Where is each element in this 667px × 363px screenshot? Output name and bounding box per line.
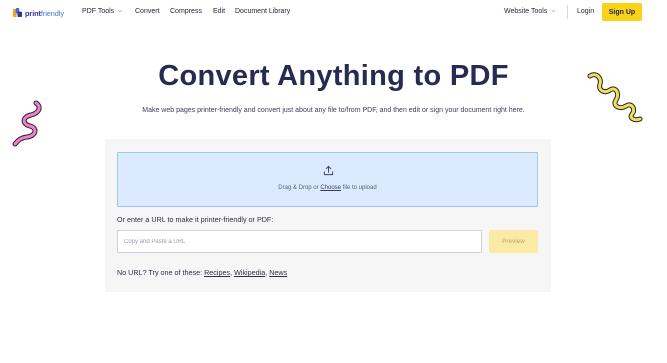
printfriendly-logo-icon [13,8,22,18]
suggestion-link-recipes[interactable]: Recipes [204,268,230,277]
page-title: Convert Anything to PDF [158,60,509,92]
url-suggestions: No URL? Try one of these: Recipes, Wikip… [117,268,287,277]
file-dropzone[interactable]: Drag & Drop or Choose file to upload [117,152,538,207]
chevron-down-icon: ⌵ [118,8,123,14]
suggestions-prefix: No URL? Try one of these: [117,268,205,277]
choose-file-link[interactable]: Choose [320,185,341,191]
chevron-down-icon: ⌵ [551,8,556,14]
dropzone-text-before: Drag & Drop or [278,185,321,191]
top-nav: printfriendly PDF Tools ⌵ Convert Compres… [0,0,667,26]
login-link[interactable]: Login [577,8,594,15]
nav-convert[interactable]: Convert [135,8,160,15]
suggestion-link-news[interactable]: News [269,268,287,277]
nav-website-tools[interactable]: Website Tools ⌵ [504,8,556,15]
dropzone-text: Drag & Drop or Choose file to upload [118,185,537,191]
nav-pdf-tools-label: PDF Tools [82,8,115,15]
brand-name: printfriendly [25,9,64,18]
nav-edit[interactable]: Edit [213,8,225,15]
url-field-label: Or enter a URL to make it printer-friend… [117,215,274,224]
dropzone-text-after: file to upload [341,185,377,191]
signup-button[interactable]: Sign Up [602,3,642,21]
url-input[interactable] [117,230,482,253]
nav-compress[interactable]: Compress [170,8,202,15]
upload-icon [323,165,334,176]
suggestion-link-wikipedia[interactable]: Wikipedia [234,268,265,277]
brand-logo[interactable]: printfriendly [13,6,64,20]
nav-pdf-tools[interactable]: PDF Tools ⌵ [82,8,122,15]
nav-divider [567,5,568,19]
brand-name-light: friendly [40,8,64,18]
page-subtitle: Make web pages printer-friendly and conv… [142,107,525,114]
nav-document-library[interactable]: Document Library [235,8,290,15]
preview-button[interactable]: Preview [489,230,538,253]
brand-name-bold: print [25,8,41,18]
nav-website-tools-label: Website Tools [504,8,548,15]
